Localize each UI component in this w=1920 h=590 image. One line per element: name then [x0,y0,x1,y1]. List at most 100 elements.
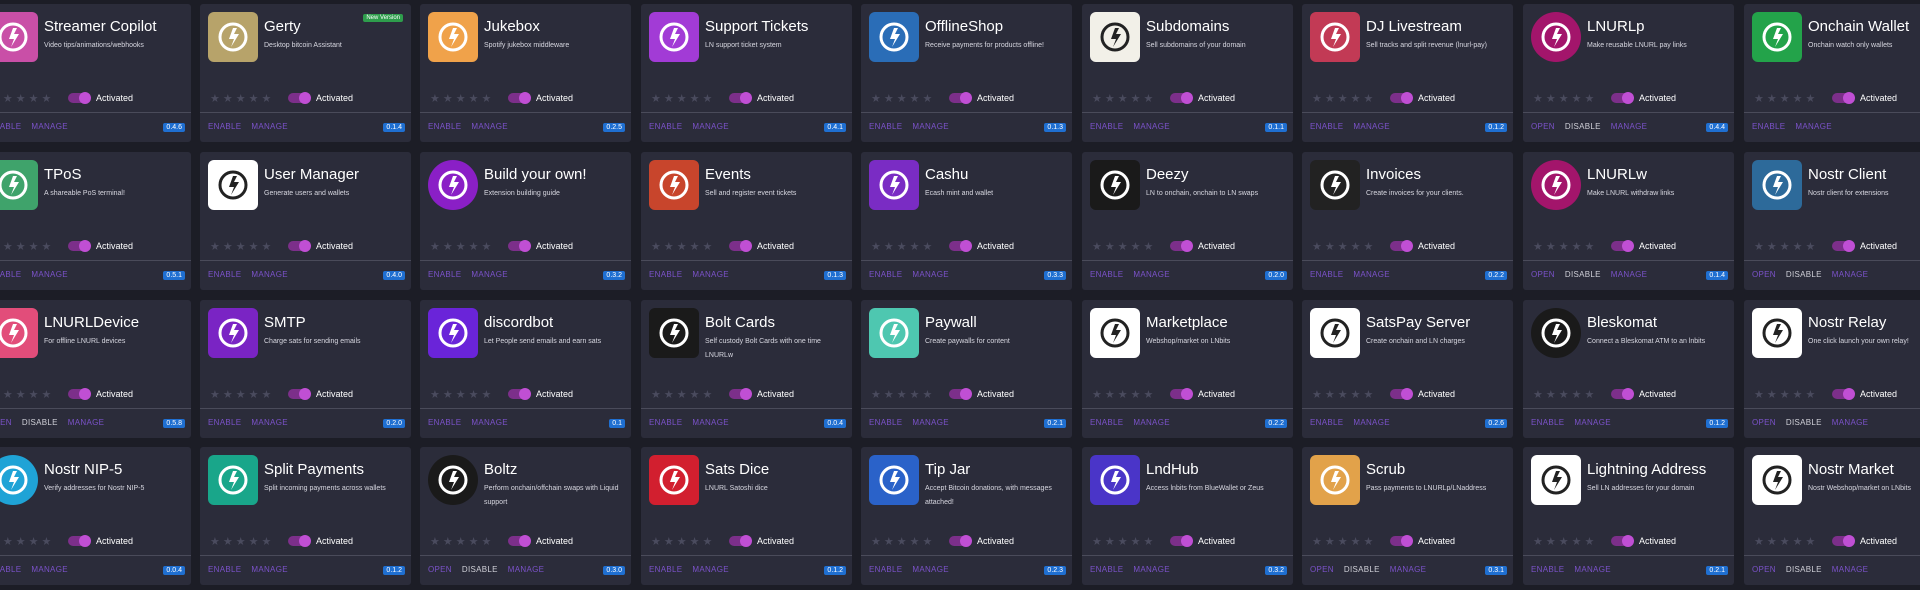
rating-stars[interactable]: ★★★★★ [210,240,274,253]
enable-button[interactable]: ENABLE [1090,565,1123,574]
manage-button[interactable]: MANAGE [31,270,67,279]
rating-stars[interactable]: ★★★★★ [210,388,274,401]
enable-button[interactable]: ENABLE [208,122,241,131]
enable-button[interactable]: ENABLE [869,418,902,427]
enable-button[interactable]: ENABLE [649,565,682,574]
rating-stars[interactable]: ★★★★★ [1092,535,1156,548]
open-button[interactable]: OPEN [1752,565,1776,574]
activation-toggle[interactable] [949,388,972,400]
disable-button[interactable]: DISABLE [22,418,58,427]
enable-button[interactable]: ENABLE [869,122,902,131]
rating-stars[interactable]: ★★★★★ [1754,535,1818,548]
manage-button[interactable]: MANAGE [68,418,104,427]
enable-button[interactable]: ENABLE [0,565,21,574]
manage-button[interactable]: MANAGE [251,418,287,427]
activation-toggle[interactable] [508,388,531,400]
manage-button[interactable]: MANAGE [1832,418,1868,427]
rating-stars[interactable]: ★★★★★ [0,92,54,105]
manage-button[interactable]: MANAGE [912,565,948,574]
rating-stars[interactable]: ★★★★★ [651,92,715,105]
rating-stars[interactable]: ★★★★★ [430,240,494,253]
rating-stars[interactable]: ★★★★★ [1533,92,1597,105]
rating-stars[interactable]: ★★★★★ [651,240,715,253]
enable-button[interactable]: ENABLE [1531,418,1564,427]
activation-toggle[interactable] [1611,92,1634,104]
activation-toggle[interactable] [508,240,531,252]
open-button[interactable]: OPEN [1752,270,1776,279]
activation-toggle[interactable] [1390,92,1413,104]
manage-button[interactable]: MANAGE [1832,270,1868,279]
enable-button[interactable]: ENABLE [1310,418,1343,427]
manage-button[interactable]: MANAGE [251,270,287,279]
rating-stars[interactable]: ★★★★★ [1754,240,1818,253]
rating-stars[interactable]: ★★★★★ [651,535,715,548]
enable-button[interactable]: ENABLE [649,122,682,131]
open-button[interactable]: OPEN [1752,418,1776,427]
activation-toggle[interactable] [1832,240,1855,252]
rating-stars[interactable]: ★★★★★ [0,535,54,548]
rating-stars[interactable]: ★★★★★ [871,240,935,253]
manage-button[interactable]: MANAGE [1353,418,1389,427]
manage-button[interactable]: MANAGE [31,565,67,574]
open-button[interactable]: OPEN [428,565,452,574]
manage-button[interactable]: MANAGE [471,418,507,427]
disable-button[interactable]: DISABLE [1565,122,1601,131]
disable-button[interactable]: DISABLE [462,565,498,574]
enable-button[interactable]: ENABLE [1310,122,1343,131]
activation-toggle[interactable] [1390,240,1413,252]
open-button[interactable]: OPEN [1531,122,1555,131]
manage-button[interactable]: MANAGE [692,270,728,279]
disable-button[interactable]: DISABLE [1786,270,1822,279]
manage-button[interactable]: MANAGE [31,122,67,131]
activation-toggle[interactable] [508,535,531,547]
manage-button[interactable]: MANAGE [1574,565,1610,574]
activation-toggle[interactable] [1611,535,1634,547]
rating-stars[interactable]: ★★★★★ [651,388,715,401]
enable-button[interactable]: ENABLE [1090,122,1123,131]
disable-button[interactable]: DISABLE [1565,270,1601,279]
enable-button[interactable]: ENABLE [428,418,461,427]
enable-button[interactable]: ENABLE [0,122,21,131]
enable-button[interactable]: ENABLE [869,565,902,574]
manage-button[interactable]: MANAGE [692,565,728,574]
manage-button[interactable]: MANAGE [1795,122,1831,131]
activation-toggle[interactable] [729,535,752,547]
manage-button[interactable]: MANAGE [251,565,287,574]
enable-button[interactable]: ENABLE [428,270,461,279]
activation-toggle[interactable] [1832,388,1855,400]
rating-stars[interactable]: ★★★★★ [871,535,935,548]
manage-button[interactable]: MANAGE [1353,270,1389,279]
manage-button[interactable]: MANAGE [1133,270,1169,279]
manage-button[interactable]: MANAGE [471,122,507,131]
disable-button[interactable]: DISABLE [1344,565,1380,574]
activation-toggle[interactable] [68,240,91,252]
activation-toggle[interactable] [508,92,531,104]
open-button[interactable]: OPEN [1310,565,1334,574]
activation-toggle[interactable] [288,535,311,547]
activation-toggle[interactable] [68,92,91,104]
activation-toggle[interactable] [949,240,972,252]
activation-toggle[interactable] [1390,535,1413,547]
rating-stars[interactable]: ★★★★★ [1312,92,1376,105]
enable-button[interactable]: ENABLE [1310,270,1343,279]
manage-button[interactable]: MANAGE [1832,565,1868,574]
rating-stars[interactable]: ★★★★★ [1533,535,1597,548]
manage-button[interactable]: MANAGE [692,122,728,131]
enable-button[interactable]: ENABLE [208,565,241,574]
activation-toggle[interactable] [288,240,311,252]
manage-button[interactable]: MANAGE [1611,122,1647,131]
rating-stars[interactable]: ★★★★★ [1092,240,1156,253]
rating-stars[interactable]: ★★★★★ [1533,388,1597,401]
activation-toggle[interactable] [1170,92,1193,104]
manage-button[interactable]: MANAGE [692,418,728,427]
disable-button[interactable]: DISABLE [1786,418,1822,427]
activation-toggle[interactable] [729,240,752,252]
activation-toggle[interactable] [68,535,91,547]
enable-button[interactable]: ENABLE [649,418,682,427]
rating-stars[interactable]: ★★★★★ [430,388,494,401]
manage-button[interactable]: MANAGE [1133,565,1169,574]
rating-stars[interactable]: ★★★★★ [430,92,494,105]
activation-toggle[interactable] [729,92,752,104]
rating-stars[interactable]: ★★★★★ [1092,92,1156,105]
rating-stars[interactable]: ★★★★★ [210,92,274,105]
